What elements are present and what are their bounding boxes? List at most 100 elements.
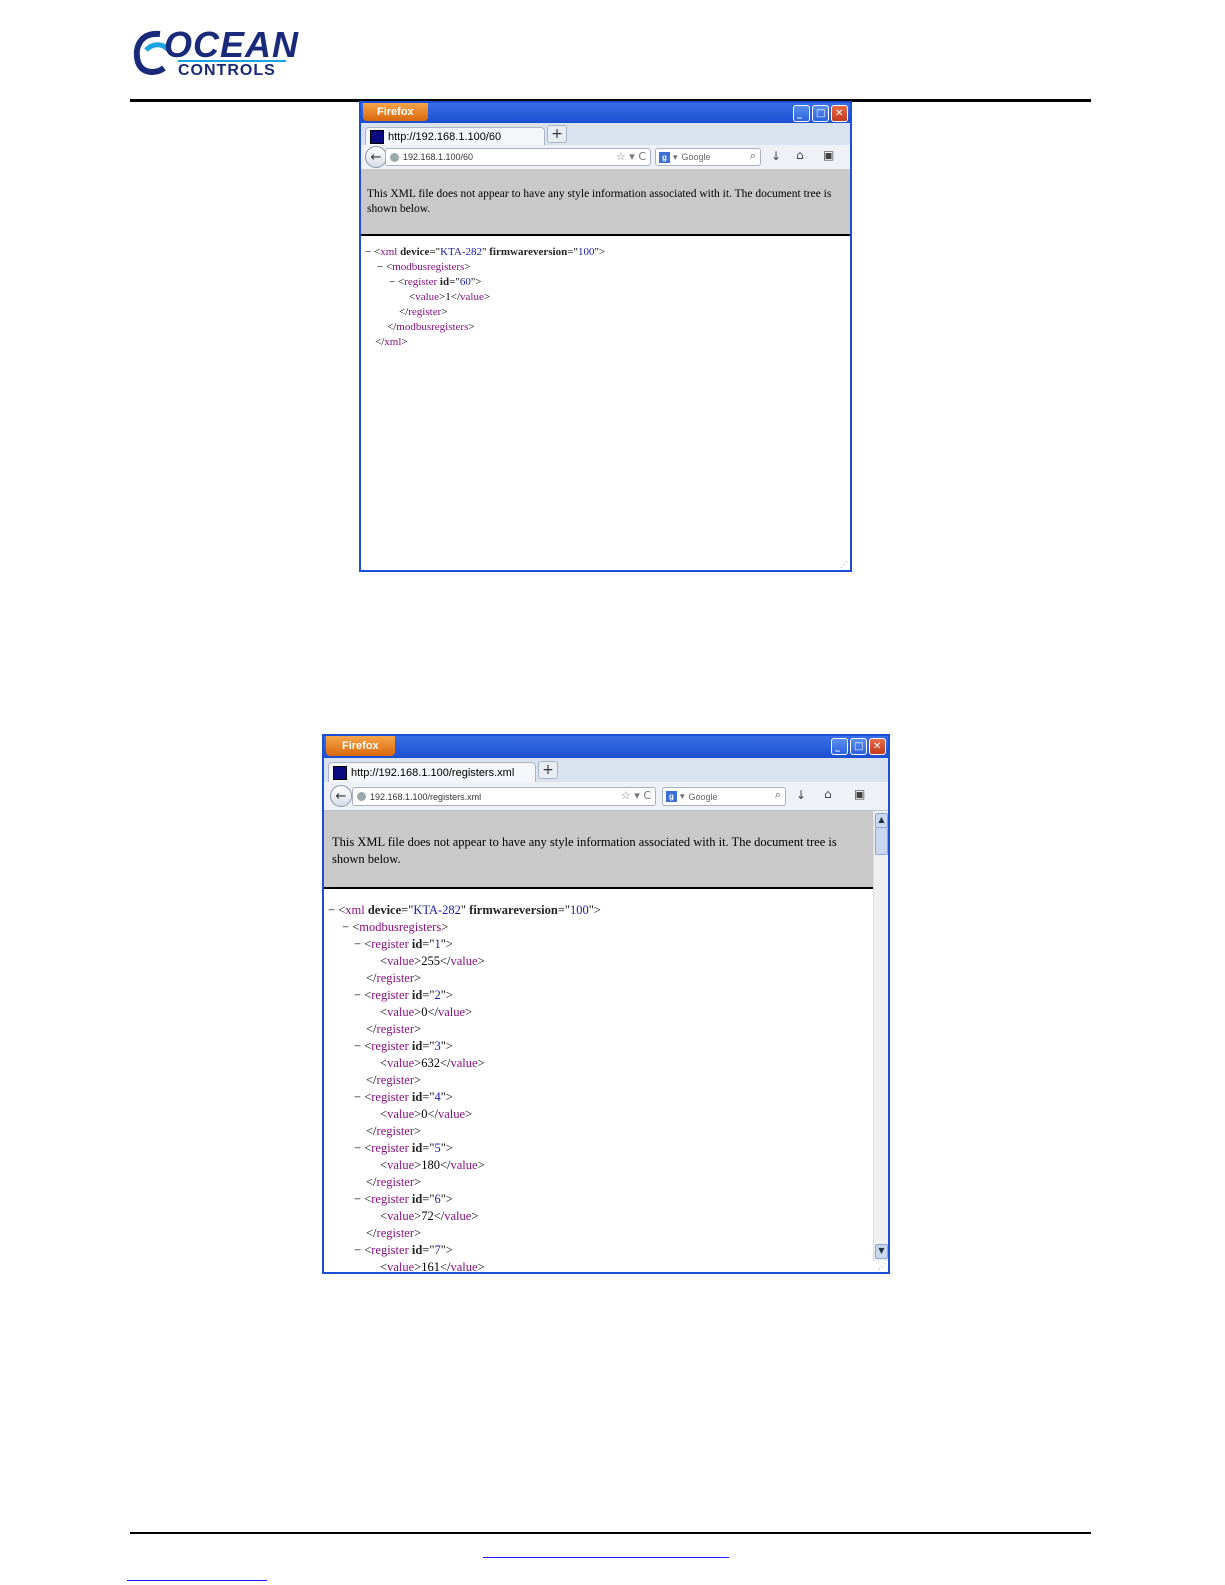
register-id: 60 — [459, 276, 471, 288]
google-icon: g — [659, 151, 670, 163]
search-placeholder: Google — [688, 791, 718, 802]
back-button[interactable]: ← — [330, 785, 352, 807]
close-button[interactable]: ✕ — [831, 105, 848, 122]
download-icon[interactable]: ↓ — [796, 788, 806, 802]
xml-register-open: − <register id="4"> — [354, 1090, 453, 1104]
new-tab-button[interactable]: + — [547, 125, 567, 143]
xml-info-text: This XML file does not appear to have an… — [332, 835, 837, 866]
firefox-menu-button[interactable]: Firefox — [363, 103, 428, 121]
tab-active[interactable]: http://192.168.1.100/registers.xml — [328, 762, 536, 783]
logo-word-controls: CONTROLS — [178, 62, 276, 79]
search-icon[interactable]: ⌕ — [775, 788, 781, 802]
footer-link-underline-2[interactable] — [127, 1580, 267, 1581]
download-icon[interactable]: ↓ — [771, 149, 781, 163]
scroll-down-icon[interactable]: ▼ — [875, 1244, 888, 1259]
collapse-icon[interactable]: − — [354, 1039, 361, 1053]
xml-info-bar: This XML file does not appear to have an… — [324, 811, 874, 889]
xml-register-open: − <register id="7"> — [354, 1243, 453, 1257]
collapse-icon[interactable]: − — [365, 246, 371, 258]
reload-icon[interactable]: C — [643, 789, 651, 802]
collapse-icon[interactable]: − — [354, 988, 361, 1002]
xml-register-close: </register> — [366, 1175, 422, 1189]
xml-value-line: <value>0</value> — [380, 1005, 473, 1019]
xml-register-open: − <register id="2"> — [354, 988, 453, 1002]
collapse-icon[interactable]: − — [354, 1090, 361, 1104]
new-tab-button[interactable]: + — [538, 761, 558, 779]
url-bar[interactable]: 192.168.1.100/60 ☆ ▾ C — [385, 148, 651, 166]
reload-icon[interactable]: C — [638, 150, 646, 163]
register-value: 0 — [421, 1005, 428, 1019]
collapse-icon[interactable]: − — [354, 937, 361, 951]
firmware-value: 100 — [569, 903, 589, 917]
close-button[interactable]: ✕ — [869, 738, 886, 755]
minimize-button[interactable]: _ — [831, 738, 848, 755]
vertical-scrollbar[interactable]: ▲ ▼ — [873, 811, 888, 1261]
url-text: 192.168.1.100/60 — [403, 152, 474, 162]
history-dropdown-icon[interactable]: ▾ — [634, 789, 640, 802]
register-id: 5 — [434, 1141, 441, 1155]
browser-window-2: Firefox _ □ ✕ http://192.168.1.100/regis… — [322, 734, 890, 1274]
xml-value-line: <value>632</value> — [380, 1056, 485, 1070]
xml-register-close: </register> — [366, 971, 422, 985]
search-box[interactable]: g ▾ Google ⌕ — [662, 787, 786, 806]
maximize-button[interactable]: □ — [850, 738, 867, 755]
tab-strip: http://192.168.1.100/registers.xml + — [324, 758, 888, 783]
xml-root-line: − <xml device="KTA-282" firmwareversion=… — [365, 246, 606, 258]
scroll-thumb[interactable] — [875, 827, 888, 855]
home-icon[interactable]: ⌂ — [796, 148, 804, 162]
xml-value-line: <value>72</value> — [380, 1209, 479, 1223]
back-button[interactable]: ← — [365, 146, 387, 168]
google-icon: g — [666, 791, 677, 802]
minimize-icon: _ — [835, 741, 840, 752]
collapse-icon[interactable]: − — [354, 1141, 361, 1155]
bookmark-star-icon[interactable]: ☆ — [621, 789, 631, 802]
resize-grip-icon[interactable]: ⋰ — [840, 560, 848, 569]
minimize-button[interactable]: _ — [793, 105, 810, 122]
history-dropdown-icon[interactable]: ▾ — [629, 150, 635, 163]
title-bar: Firefox _ □ ✕ — [361, 103, 850, 123]
bookmarks-icon[interactable]: ▣ — [823, 148, 834, 162]
collapse-icon[interactable]: − — [342, 920, 349, 934]
home-icon[interactable]: ⌂ — [824, 787, 832, 801]
bookmark-star-icon[interactable]: ☆ — [616, 150, 626, 163]
xml-register-open: − <register id="1"> — [354, 937, 453, 951]
xml-value-line: <value>255</value> — [380, 954, 485, 968]
resize-grip-icon[interactable]: ⋰ — [878, 1262, 886, 1271]
collapse-icon[interactable]: − — [354, 1243, 361, 1257]
footer-link-underline[interactable] — [483, 1557, 729, 1558]
register-value: 161 — [421, 1260, 440, 1274]
collapse-icon[interactable]: − — [354, 1192, 361, 1206]
site-identity-icon — [357, 792, 366, 801]
back-arrow-icon: ← — [335, 789, 347, 804]
browser-window-1: Firefox _ □ ✕ http://192.168.1.100/60 + … — [359, 101, 852, 572]
register-value: 632 — [421, 1056, 440, 1070]
maximize-button[interactable]: □ — [812, 105, 829, 122]
nav-bar: ← 192.168.1.100/registers.xml ☆ ▾ C g ▾ … — [324, 782, 888, 811]
footer-rule — [130, 1532, 1091, 1534]
title-bar: Firefox _ □ ✕ — [324, 736, 888, 758]
register-value: 255 — [421, 954, 440, 968]
collapse-icon[interactable]: − — [389, 276, 395, 288]
register-value: 72 — [421, 1209, 434, 1223]
xml-register-close: </register> — [366, 1124, 422, 1138]
tab-active[interactable]: http://192.168.1.100/60 — [365, 127, 545, 146]
ocean-controls-logo: OCEAN CONTROLS — [130, 24, 298, 79]
url-bar-icons: ☆ ▾ C — [616, 150, 646, 163]
url-bar[interactable]: 192.168.1.100/registers.xml ☆ ▾ C — [352, 787, 656, 806]
xml-value-line: <value>0</value> — [380, 1107, 473, 1121]
firefox-menu-button[interactable]: Firefox — [326, 736, 395, 756]
search-box[interactable]: g ▾ Google ⌕ — [655, 148, 761, 166]
xml-register-open: − <register id="60"> — [389, 276, 482, 288]
scroll-up-icon[interactable]: ▲ — [875, 813, 888, 828]
xml-register-open: − <register id="3"> — [354, 1039, 453, 1053]
register-value: 180 — [421, 1158, 440, 1172]
xml-register-close: </register> — [366, 1226, 422, 1240]
xml-modbus-open: − <modbusregisters> — [377, 261, 471, 273]
search-placeholder: Google — [681, 152, 711, 162]
collapse-icon[interactable]: − — [328, 903, 335, 917]
xml-root-line: − <xml device="KTA-282" firmwareversion=… — [328, 903, 601, 917]
xml-root-close: </xml> — [375, 336, 408, 348]
search-icon[interactable]: ⌕ — [750, 149, 756, 163]
collapse-icon[interactable]: − — [377, 261, 383, 273]
bookmarks-icon[interactable]: ▣ — [854, 787, 865, 801]
